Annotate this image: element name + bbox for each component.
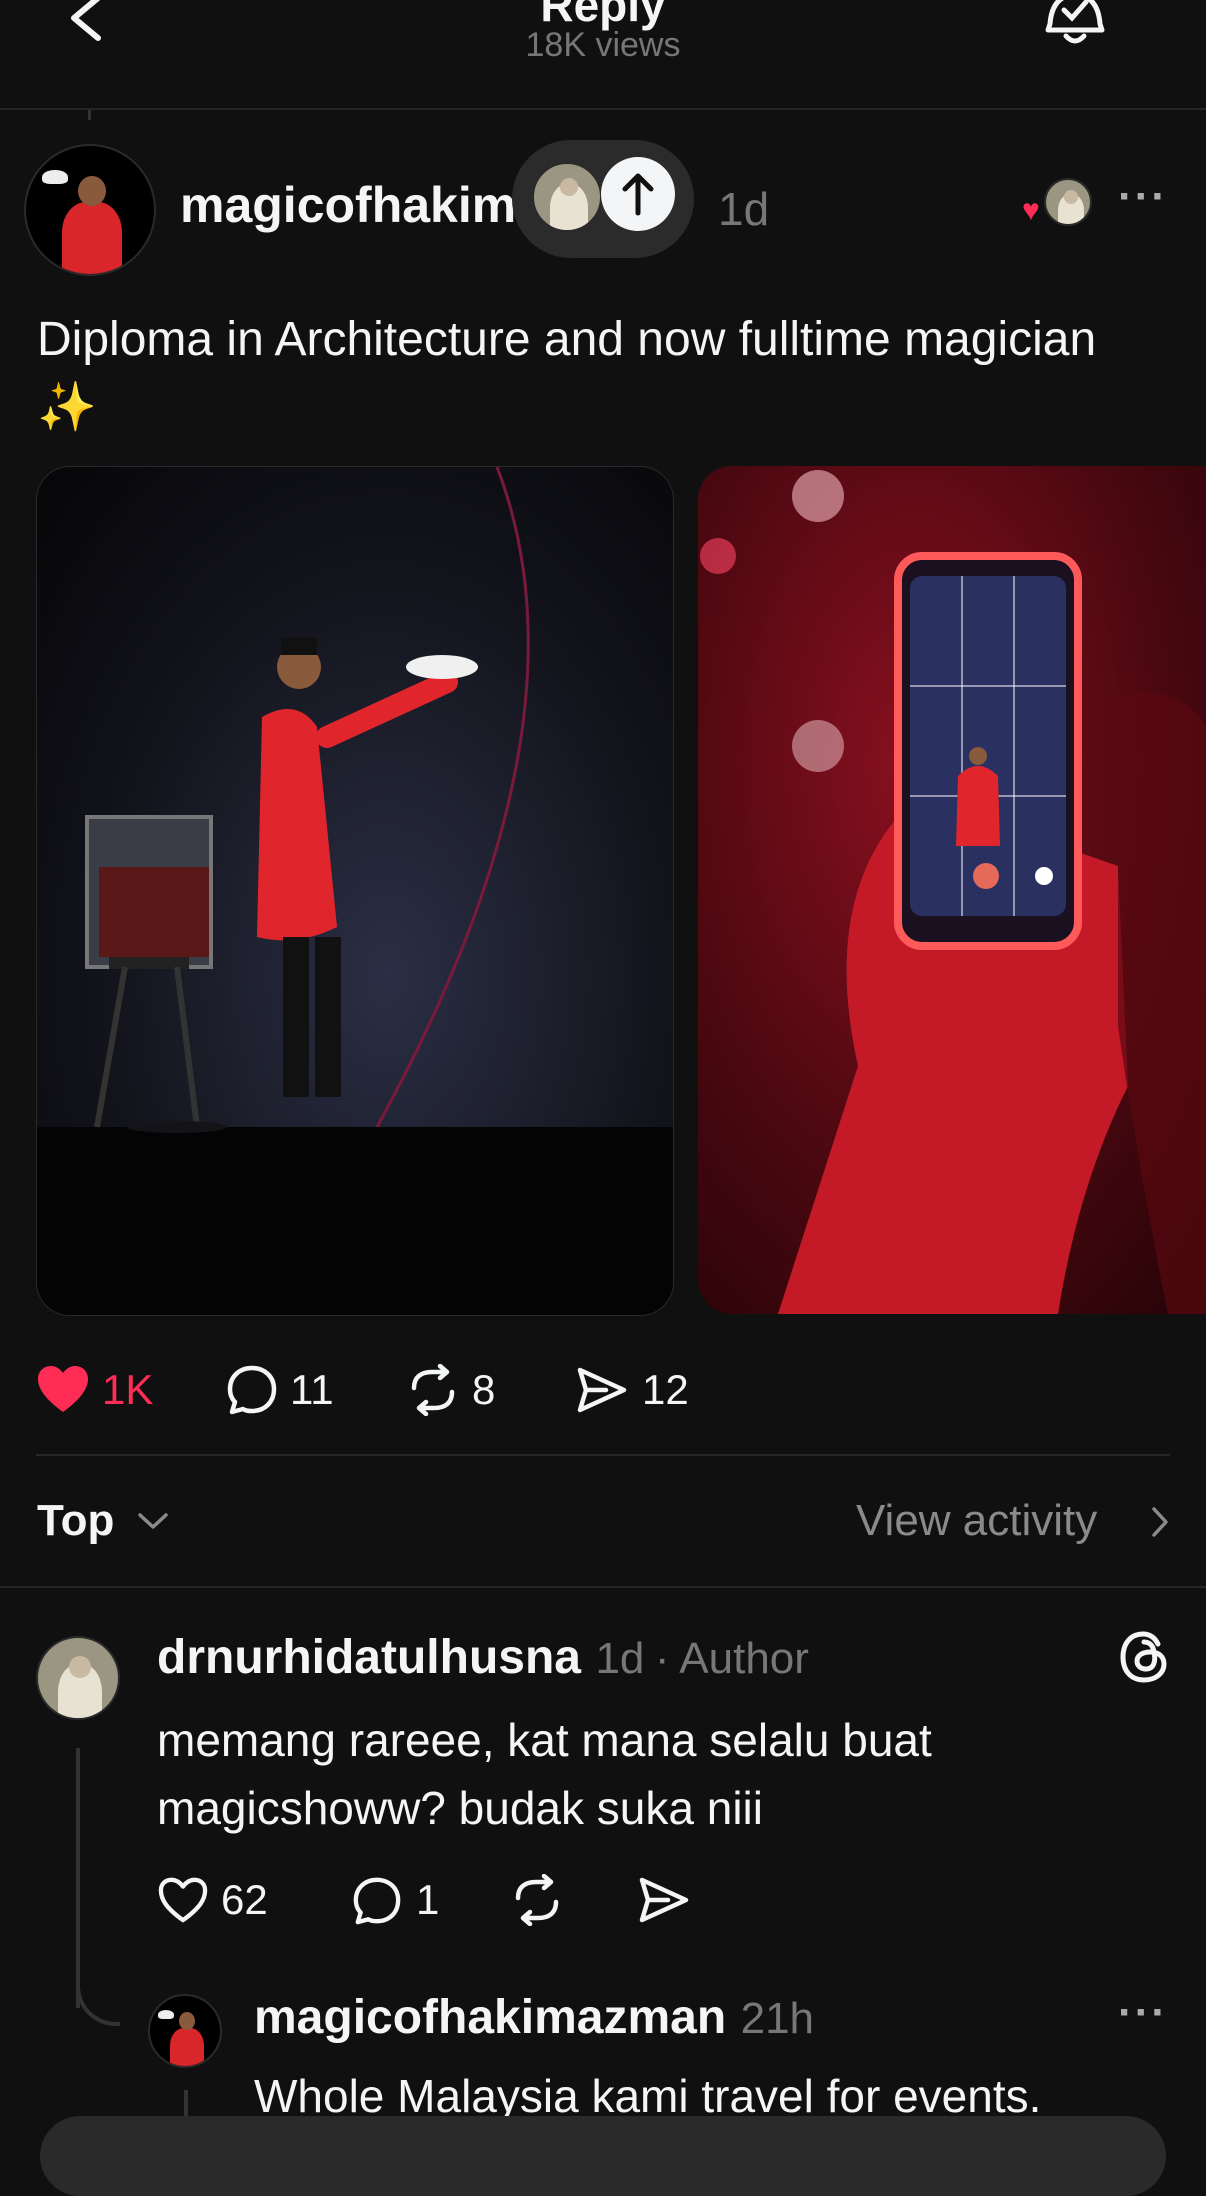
- avatar[interactable]: [148, 1994, 222, 2068]
- repost-count: 8: [472, 1366, 496, 1413]
- section-divider: [0, 1586, 1206, 1588]
- avatar[interactable]: [36, 1636, 120, 1720]
- post-caption: Diploma in Architecture and now fulltime…: [37, 313, 1097, 434]
- liker-avatar: [1044, 178, 1092, 226]
- sort-dropdown[interactable]: Top: [37, 1490, 177, 1550]
- comment-like-button[interactable]: 62: [157, 1874, 287, 1930]
- chevron-down-icon: [138, 1513, 168, 1529]
- divider: [36, 1454, 1170, 1456]
- post-image[interactable]: [36, 466, 674, 1316]
- sort-label: Top: [37, 1496, 115, 1545]
- comment-reply-button[interactable]: 1: [352, 1874, 452, 1930]
- post-time: 1d: [718, 183, 770, 235]
- heart-icon: [158, 1877, 208, 1923]
- share-icon: [639, 1877, 689, 1923]
- comment-time: 1d: [595, 1634, 645, 1683]
- comment-username[interactable]: drnurhidatulhusna: [157, 1631, 581, 1684]
- scroll-up-button[interactable]: [601, 157, 675, 231]
- share-count: 12: [642, 1366, 689, 1413]
- comment-icon: [353, 1877, 401, 1925]
- post-image[interactable]: [698, 466, 1206, 1314]
- comment-reply-count: 1: [416, 1876, 440, 1923]
- share-icon: [577, 1367, 627, 1413]
- view-activity-label: View activity: [856, 1496, 1098, 1545]
- heart-icon: [38, 1366, 88, 1412]
- reply-composer-bar[interactable]: [40, 2116, 1166, 2196]
- threads-logo-icon[interactable]: [1118, 1630, 1170, 1684]
- repost-button[interactable]: 8: [406, 1362, 526, 1418]
- bell-check-icon[interactable]: [1040, 0, 1110, 50]
- repost-icon: [515, 1873, 559, 1927]
- more-icon[interactable]: ···: [1118, 172, 1168, 222]
- share-button[interactable]: 12: [576, 1362, 706, 1418]
- more-icon[interactable]: ···: [1118, 1988, 1168, 2038]
- header-divider: [0, 108, 1206, 110]
- like-count: 1K: [102, 1366, 154, 1413]
- chevron-right-icon: [1152, 1507, 1168, 1537]
- comment-icon: [227, 1365, 277, 1415]
- like-button[interactable]: 1K: [36, 1362, 166, 1418]
- comment-header: drnurhidatulhusna 1d · Author: [157, 1630, 1117, 1685]
- comment-count: 11: [290, 1366, 334, 1413]
- comment-like-count: 62: [221, 1876, 268, 1923]
- heart-icon: ♥: [1022, 194, 1040, 227]
- avatar[interactable]: [24, 144, 156, 276]
- comment-text: memang rareee, kat mana selalu buat magi…: [157, 1714, 932, 1834]
- repost-icon: [411, 1364, 455, 1416]
- view-activity-link[interactable]: View activity: [856, 1490, 1176, 1550]
- thread-curve: [76, 1960, 120, 2026]
- avatar: [532, 162, 602, 232]
- thread-connector: [88, 110, 91, 120]
- reply-username[interactable]: magicofhakimazman: [254, 1991, 726, 2044]
- comment-button[interactable]: 11: [226, 1362, 346, 1418]
- author-badge: · Author: [654, 1634, 809, 1683]
- arrow-up-icon: [622, 173, 654, 216]
- reply-header: magicofhakimazman 21h: [254, 1990, 1114, 2045]
- comment-share-button[interactable]: [638, 1874, 694, 1930]
- comment-repost-button[interactable]: [510, 1873, 566, 1930]
- views-count: 18K views: [525, 26, 681, 64]
- reply-time: 21h: [740, 1994, 815, 2043]
